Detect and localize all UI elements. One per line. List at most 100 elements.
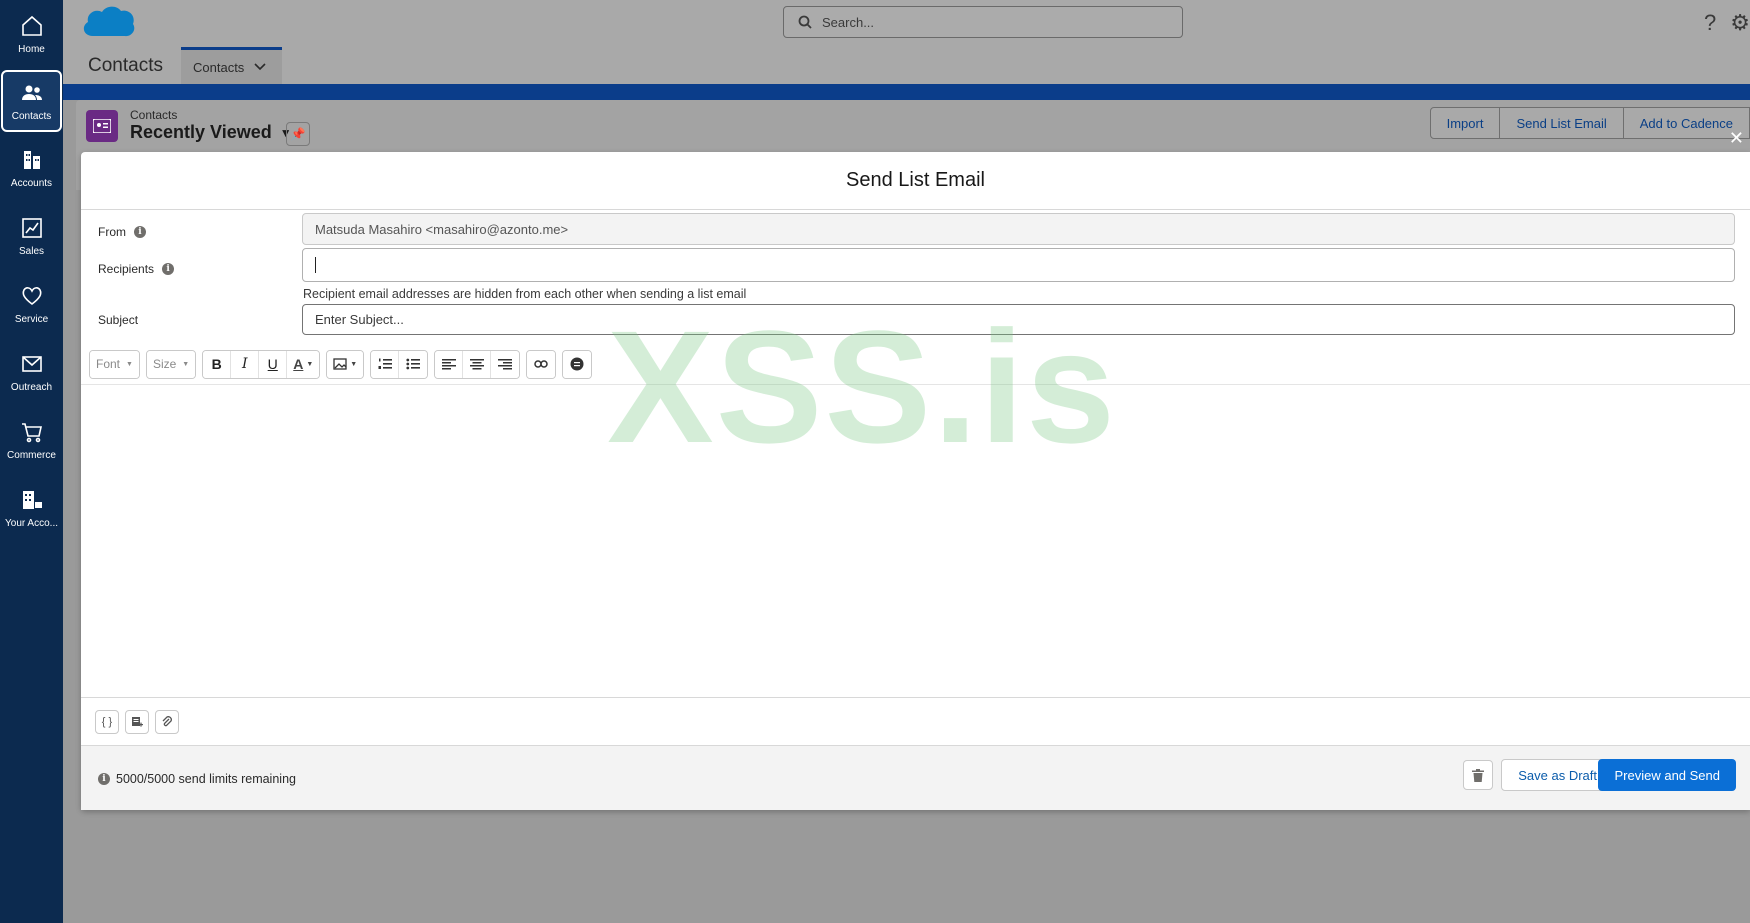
align-right-button[interactable] (491, 350, 520, 378)
send-list-email-button[interactable]: Send List Email (1499, 107, 1624, 139)
cart-icon (21, 422, 42, 442)
chart-icon (21, 217, 42, 238)
from-value: Matsuda Masahiro <masahiro@azonto.me> (315, 221, 569, 237)
size-select[interactable]: Size ▼ (145, 349, 197, 379)
preview-and-send-button[interactable]: Preview and Send (1598, 759, 1736, 791)
align-left-button[interactable] (435, 350, 464, 378)
nav-item-home[interactable]: Home (0, 0, 63, 68)
save-as-draft-button[interactable]: Save as Draft (1501, 759, 1614, 791)
merge-field-button[interactable]: { } (95, 709, 119, 734)
header-utilities: ? ⚙ (1704, 10, 1750, 36)
bulleted-list-icon (406, 358, 421, 370)
app-nav-rail: Home Contacts Accounts Sales Service Out… (0, 0, 63, 923)
merge-field-icon: { } (101, 715, 113, 728)
text-color-button[interactable]: A ▼ (287, 350, 320, 378)
list-view-selector[interactable]: Recently Viewed ▼ (130, 122, 292, 143)
link-group (526, 349, 557, 379)
subject-placeholder: Enter Subject... (315, 312, 404, 327)
insert-template-button[interactable] (125, 709, 149, 734)
caret-down-icon: ▼ (306, 360, 314, 368)
caret-down-icon: ▼ (350, 360, 358, 368)
import-button[interactable]: Import (1429, 107, 1501, 139)
contact-card-icon (86, 110, 118, 142)
recipients-hint: Recipient email addresses are hidden fro… (303, 287, 747, 301)
nav-item-service[interactable]: Service (0, 270, 63, 338)
modal-title: Send List Email (81, 152, 1750, 210)
nav-item-label: Your Acco... (5, 517, 58, 529)
nav-item-accounts[interactable]: Accounts (0, 134, 63, 202)
image-group: ▼ (326, 349, 365, 379)
email-body-editor[interactable] (81, 385, 1750, 697)
caret-down-icon: ▼ (182, 360, 190, 368)
app-name: Contacts (88, 55, 163, 76)
numbered-list-button[interactable] (371, 350, 400, 378)
align-center-icon (469, 359, 484, 370)
tab-contacts[interactable]: Contacts (181, 47, 282, 84)
nav-item-contacts[interactable]: Contacts (1, 70, 62, 132)
info-icon[interactable]: i (162, 263, 175, 275)
attach-file-button[interactable] (155, 709, 179, 734)
underline-button[interactable]: U (259, 350, 288, 378)
send-list-email-modal: Send List Email From i Matsuda Masahiro … (81, 152, 1750, 810)
align-right-icon (498, 359, 513, 370)
bulleted-list-button[interactable] (399, 350, 428, 378)
subject-input[interactable]: Enter Subject... (302, 304, 1735, 335)
paperclip-icon (162, 715, 172, 726)
info-icon[interactable]: i (134, 226, 146, 238)
global-search-input[interactable]: Search... (783, 6, 1183, 38)
global-header: Search... ? ⚙ Contacts Contacts (63, 0, 1750, 84)
caret-down-icon: ▼ (126, 360, 133, 368)
nav-item-sales[interactable]: Sales (0, 202, 63, 270)
nav-item-label: Outreach (10, 381, 53, 393)
nav-item-outreach[interactable]: Outreach (0, 338, 63, 406)
tab-label: Contacts (193, 59, 245, 75)
gear-icon[interactable]: ⚙ (1730, 10, 1750, 36)
nav-item-your-account[interactable]: Your Acco... (0, 474, 63, 542)
close-icon[interactable]: ✕ (1729, 128, 1744, 149)
list-view-name: Recently Viewed (130, 122, 272, 142)
recipients-input[interactable] (302, 248, 1735, 282)
text-color-icon: A (293, 356, 304, 372)
nav-item-label: Home (18, 43, 45, 55)
italic-button[interactable]: I (231, 350, 260, 378)
nav-item-commerce[interactable]: Commerce (0, 406, 63, 474)
template-icon (132, 716, 143, 727)
contacts-icon (21, 85, 42, 100)
heart-icon (21, 286, 42, 305)
nav-item-label: Accounts (10, 177, 53, 189)
format-group: B I U A ▼ (202, 349, 321, 379)
list-actions: Import Send List Email Add to Cadence (1429, 107, 1750, 139)
home-icon (21, 15, 42, 36)
send-limits: i 5000/5000 send limits remaining (98, 772, 296, 786)
quote-button[interactable] (563, 350, 592, 378)
nav-item-label: Contacts (11, 110, 52, 122)
pin-icon[interactable]: 📌 (286, 122, 310, 146)
discard-button[interactable] (1463, 760, 1493, 790)
list-object-label: Contacts (130, 108, 178, 122)
building-icon (23, 150, 40, 169)
image-icon (333, 358, 347, 370)
search-icon (798, 15, 812, 29)
mail-icon (21, 355, 42, 372)
link-icon (534, 360, 548, 368)
help-icon[interactable]: ? (1704, 10, 1716, 36)
insert-image-button[interactable]: ▼ (327, 350, 364, 378)
chevron-down-icon[interactable] (254, 63, 266, 71)
salesforce-logo (83, 6, 135, 37)
from-label: From i (98, 225, 146, 239)
font-select[interactable]: Font ▼ (89, 349, 140, 379)
recipients-label: Recipients i (98, 262, 175, 276)
bold-button[interactable]: B (203, 350, 232, 378)
text-cursor (315, 257, 316, 273)
search-placeholder: Search... (822, 14, 875, 30)
nav-item-label: Commerce (7, 449, 56, 461)
list-group (370, 349, 429, 379)
rich-text-toolbar: Font ▼ Size ▼ B I U A ▼ ▼ (89, 348, 593, 380)
align-group (434, 349, 521, 379)
from-field[interactable]: Matsuda Masahiro <masahiro@azonto.me> (302, 213, 1735, 245)
align-center-button[interactable] (463, 350, 492, 378)
send-limits-text: 5000/5000 send limits remaining (116, 772, 296, 786)
quote-icon (570, 357, 584, 371)
info-icon[interactable]: i (98, 773, 110, 785)
insert-link-button[interactable] (527, 350, 556, 378)
